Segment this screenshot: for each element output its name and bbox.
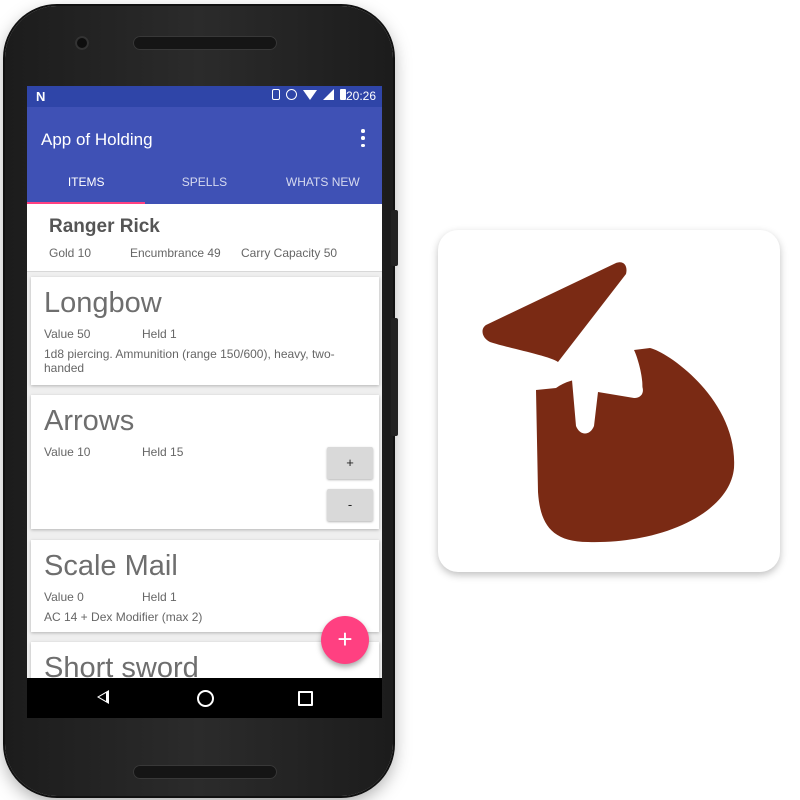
character-header: Ranger Rick Gold 10 Encumbrance 49 Carry…: [27, 204, 382, 272]
tab-whats-new[interactable]: WHATS NEW: [264, 160, 382, 204]
signal-icon: [323, 89, 334, 100]
item-value: Value 10: [44, 445, 91, 459]
item-card-arrows[interactable]: Arrows Value 10 Held 15 + -: [31, 395, 379, 529]
add-item-button[interactable]: +: [321, 616, 369, 664]
bottom-speaker: [133, 765, 277, 779]
notification-icon: N: [36, 89, 46, 104]
item-value: Value 0: [44, 590, 84, 604]
alarm-icon: [286, 89, 297, 100]
carry-capacity-stat: Carry Capacity 50: [241, 246, 338, 260]
item-held: Held 15: [142, 445, 184, 459]
tab-bar: ITEMS SPELLS WHATS NEW: [27, 160, 382, 204]
item-held: Held 1: [142, 590, 177, 604]
app-title: App of Holding: [41, 130, 153, 149]
item-card-longbow[interactable]: Longbow Value 50 Held 1 1d8 piercing. Am…: [31, 277, 379, 385]
earpiece-speaker: [133, 36, 277, 50]
status-time: 20:26: [345, 89, 376, 103]
status-bar: N 20:26: [27, 86, 382, 107]
decrement-button[interactable]: -: [327, 489, 373, 521]
recents-icon[interactable]: [298, 691, 313, 706]
system-nav-bar: [27, 678, 382, 718]
power-button: [391, 210, 398, 266]
item-card-scale-mail[interactable]: Scale Mail Value 0 Held 1 AC 14 + Dex Mo…: [31, 540, 379, 632]
phone-device: N 20:26 App of Holding ITEMS SPELLS WHAT…: [5, 6, 393, 796]
status-icons: [272, 89, 346, 100]
app-icon-tile: [438, 230, 780, 572]
tab-spells[interactable]: SPELLS: [145, 160, 263, 204]
home-icon[interactable]: [197, 690, 214, 707]
item-held: Held 1: [142, 327, 177, 341]
item-description: 1d8 piercing. Ammunition (range 150/600)…: [44, 347, 335, 375]
gold-stat: Gold 10: [49, 246, 92, 260]
more-vert-icon[interactable]: [358, 129, 368, 147]
item-name: Arrows: [44, 405, 135, 437]
item-name: Longbow: [44, 287, 162, 319]
vibrate-icon: [272, 89, 280, 100]
tab-items[interactable]: ITEMS: [27, 160, 145, 204]
item-description: AC 14 + Dex Modifier (max 2): [44, 610, 203, 624]
encumbrance-stat: Encumbrance 49: [130, 246, 221, 260]
item-value: Value 50: [44, 327, 91, 341]
front-camera: [75, 36, 89, 50]
volume-button: [391, 318, 398, 436]
wifi-icon: [303, 89, 317, 100]
app-bar: App of Holding ITEMS SPELLS WHATS NEW: [27, 107, 382, 204]
increment-button[interactable]: +: [327, 447, 373, 479]
bag-of-holding-icon: [482, 262, 735, 543]
phone-screen: N 20:26 App of Holding ITEMS SPELLS WHAT…: [27, 86, 382, 718]
item-name: Scale Mail: [44, 550, 178, 582]
character-name: Ranger Rick: [49, 216, 160, 237]
back-icon[interactable]: [97, 690, 109, 704]
